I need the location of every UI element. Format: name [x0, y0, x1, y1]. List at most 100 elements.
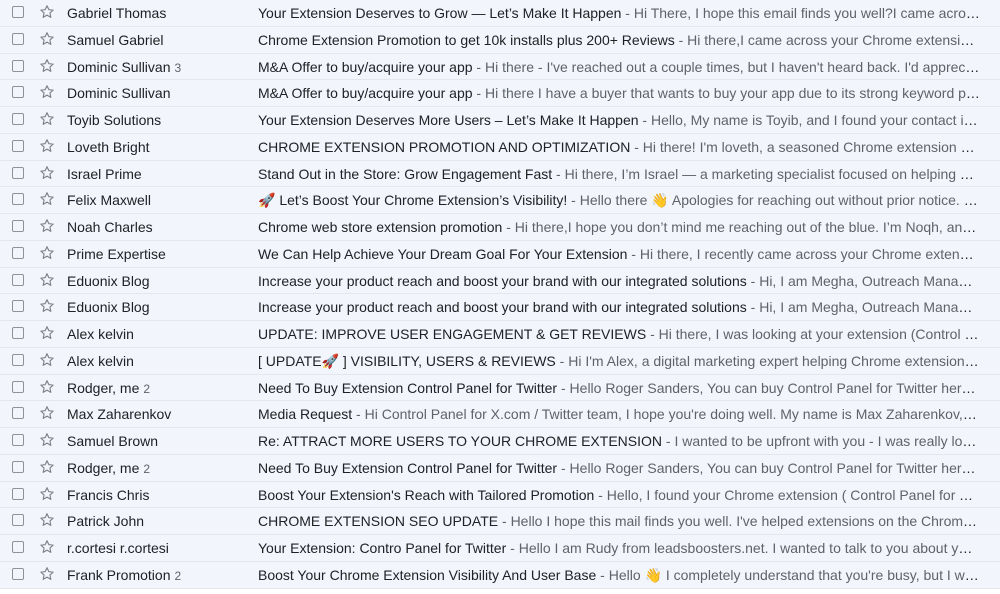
email-row[interactable]: Alex kelvin UPDATE: IMPROVE USER ENGAGEM…	[0, 321, 1000, 348]
message-preview[interactable]: Need To Buy Extension Control Panel for …	[258, 375, 980, 401]
star-icon[interactable]	[38, 565, 56, 583]
star-icon[interactable]	[38, 324, 56, 342]
email-row[interactable]: Prime Expertise We Can Help Achieve Your…	[0, 240, 1000, 268]
email-row[interactable]: Francis Chris Boost Your Extension's Rea…	[0, 481, 1000, 509]
email-subject: Your Extension Deserves More Users – Let…	[258, 112, 639, 128]
select-checkbox[interactable]	[12, 273, 24, 286]
select-checkbox[interactable]	[12, 59, 24, 72]
sender-name: Eduonix Blog	[67, 294, 252, 320]
star-icon[interactable]	[38, 30, 56, 48]
select-checkbox[interactable]	[12, 139, 24, 152]
star-icon[interactable]	[38, 431, 56, 449]
sender-text: Felix Maxwell	[67, 192, 152, 209]
email-row[interactable]: Gabriel Thomas Your Extension Deserves t…	[0, 0, 1000, 27]
sender-name: Toyib Solutions	[67, 107, 252, 133]
sender-text: Rodger, me	[67, 379, 140, 396]
email-row[interactable]: Samuel Brown Re: ATTRACT MORE USERS TO Y…	[0, 428, 1000, 455]
message-preview[interactable]: Increase your product reach and boost yo…	[258, 294, 980, 320]
select-checkbox[interactable]	[12, 434, 24, 446]
select-checkbox[interactable]	[12, 246, 24, 259]
email-row[interactable]: Alex kelvin [ UPDATE🚀 ] VISIBILITY, USER…	[0, 347, 1000, 375]
email-row[interactable]: r.cortesi r.cortesi Your Extension: Cont…	[0, 535, 1000, 562]
select-checkbox[interactable]	[12, 487, 24, 500]
message-preview[interactable]: Your Extension: Contro Panel for Twitter…	[258, 535, 980, 561]
star-icon[interactable]	[38, 164, 56, 182]
email-row[interactable]: Dominic Sullivan M&A Offer to buy/acquir…	[0, 80, 1000, 107]
email-subject: Chrome Extension Promotion to get 10k in…	[258, 31, 675, 48]
sender-text: Dominic Sullivan	[67, 85, 171, 102]
star-icon[interactable]	[38, 110, 56, 128]
select-checkbox[interactable]	[12, 193, 24, 206]
email-row[interactable]: Patrick John CHROME EXTENSION SEO UPDATE…	[0, 508, 1000, 535]
select-checkbox[interactable]	[12, 166, 24, 179]
star-icon[interactable]	[38, 244, 56, 262]
email-row[interactable]: Noah Charles Chrome web store extension …	[0, 214, 1000, 241]
select-checkbox[interactable]	[12, 541, 24, 553]
star-icon[interactable]	[38, 297, 56, 315]
message-preview[interactable]: [ UPDATE🚀 ] VISIBILITY, USERS & REVIEWS …	[258, 348, 980, 374]
star-icon[interactable]	[38, 485, 56, 503]
message-preview[interactable]: Your Extension Deserves to Grow — Let’s …	[258, 0, 980, 26]
select-checkbox[interactable]	[12, 353, 24, 366]
snippet-separator: -	[596, 566, 609, 583]
select-checkbox[interactable]	[12, 32, 24, 45]
email-row[interactable]: Loveth Bright CHROME EXTENSION PROMOTION…	[0, 133, 1000, 161]
message-preview[interactable]: We Can Help Achieve Your Dream Goal For …	[258, 241, 980, 267]
star-icon[interactable]	[38, 3, 56, 21]
message-preview[interactable]: CHROME EXTENSION PROMOTION AND OPTIMIZAT…	[258, 134, 980, 160]
email-row[interactable]: Frank Promotion 2 Boost Your Chrome Exten…	[0, 561, 1000, 589]
email-row[interactable]: Rodger, me 2 Need To Buy Extension Contro…	[0, 454, 1000, 482]
email-row[interactable]: Felix Maxwell 🚀 Let’s Boost Your Chrome …	[0, 187, 1000, 214]
message-preview[interactable]: 🚀 Let’s Boost Your Chrome Extension’s Vi…	[258, 187, 980, 213]
message-preview[interactable]: Your Extension Deserves More Users – Let…	[258, 107, 980, 133]
star-icon[interactable]	[38, 378, 56, 396]
email-row[interactable]: Israel Prime Stand Out in the Store: Gro…	[0, 160, 1000, 188]
email-row[interactable]: Samuel Gabriel Chrome Extension Promotio…	[0, 26, 1000, 54]
star-icon[interactable]	[38, 271, 56, 289]
star-icon[interactable]	[38, 511, 56, 529]
email-subject: We Can Help Achieve Your Dream Goal For …	[258, 245, 628, 262]
message-preview[interactable]: UPDATE: IMPROVE USER ENGAGEMENT & GET RE…	[258, 321, 980, 347]
star-icon[interactable]	[38, 538, 56, 556]
select-checkbox[interactable]	[12, 327, 24, 339]
select-checkbox[interactable]	[12, 300, 24, 313]
select-checkbox[interactable]	[12, 380, 24, 393]
message-preview[interactable]: Increase your product reach and boost yo…	[258, 268, 980, 294]
message-preview[interactable]: M&A Offer to buy/acquire your app - Hi t…	[258, 80, 980, 106]
star-icon[interactable]	[38, 351, 56, 369]
select-checkbox[interactable]	[12, 86, 24, 99]
star-icon[interactable]	[38, 458, 56, 476]
message-preview[interactable]: Boost Your Chrome Extension Visibility A…	[258, 562, 980, 588]
email-row[interactable]: Rodger, me 2 Need To Buy Extension Contro…	[0, 374, 1000, 402]
select-checkbox[interactable]	[12, 514, 24, 527]
star-icon[interactable]	[38, 217, 56, 235]
email-row[interactable]: Toyib Solutions Your Extension Deserves …	[0, 107, 1000, 134]
email-row[interactable]: Dominic Sullivan 3 M&A Offer to buy/acqui…	[0, 53, 1000, 81]
select-checkbox[interactable]	[12, 113, 24, 125]
star-icon[interactable]	[38, 83, 56, 101]
message-preview[interactable]: Chrome Extension Promotion to get 10k in…	[258, 27, 980, 53]
email-row[interactable]: Eduonix Blog Increase your product reach…	[0, 267, 1000, 295]
message-preview[interactable]: Need To Buy Extension Control Panel for …	[258, 455, 980, 481]
select-checkbox[interactable]	[12, 407, 24, 420]
snippet-separator: -	[498, 513, 511, 530]
message-preview[interactable]: M&A Offer to buy/acquire your app - Hi t…	[258, 54, 980, 80]
select-checkbox[interactable]	[12, 6, 24, 18]
select-checkbox[interactable]	[12, 460, 24, 473]
message-preview[interactable]: Boost Your Extension's Reach with Tailor…	[258, 482, 980, 508]
star-icon[interactable]	[38, 137, 56, 155]
email-row[interactable]: Eduonix Blog Increase your product reach…	[0, 294, 1000, 321]
message-preview[interactable]: CHROME EXTENSION SEO UPDATE - Hello I ho…	[258, 508, 980, 534]
star-icon[interactable]	[38, 190, 56, 208]
select-checkbox[interactable]	[12, 220, 24, 232]
thread-count: 2	[143, 381, 151, 396]
message-preview[interactable]: Stand Out in the Store: Grow Engagement …	[258, 161, 980, 187]
message-preview[interactable]: Chrome web store extension promotion - H…	[258, 214, 980, 240]
select-checkbox[interactable]	[12, 567, 24, 580]
message-preview[interactable]: Media Request - Hi Control Panel for X.c…	[258, 401, 980, 427]
star-icon[interactable]	[38, 404, 56, 422]
message-preview[interactable]: Re: ATTRACT MORE USERS TO YOUR CHROME EX…	[258, 428, 980, 454]
email-row[interactable]: Max Zaharenkov Media Request - Hi Contro…	[0, 401, 1000, 428]
email-snippet: Hi Control Panel for X.com / Twitter tea…	[364, 406, 980, 423]
star-icon[interactable]	[38, 57, 56, 75]
